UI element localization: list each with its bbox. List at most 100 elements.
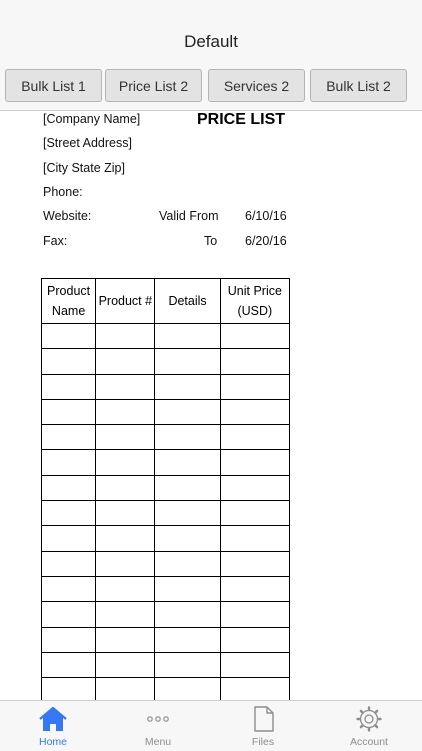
phone-label[interactable]: Phone: — [43, 185, 83, 199]
table-cell[interactable] — [95, 550, 156, 577]
table-cell[interactable] — [40, 575, 97, 603]
table-cell[interactable] — [40, 424, 97, 451]
tab-services-2[interactable]: Services 2 — [208, 69, 305, 102]
valid-from-label[interactable]: Valid From — [159, 209, 219, 223]
table-cell[interactable] — [40, 348, 97, 375]
table-cell[interactable] — [219, 550, 291, 577]
table-cell[interactable] — [154, 500, 221, 527]
navigation-bar: Default — [0, 0, 422, 65]
table-cell[interactable] — [95, 651, 156, 679]
table-cell[interactable] — [154, 601, 221, 628]
table-cell[interactable] — [219, 626, 291, 653]
table-cell[interactable] — [154, 373, 221, 400]
table-cell[interactable] — [95, 449, 156, 476]
table-cell[interactable] — [154, 525, 221, 552]
table-cell[interactable] — [40, 677, 97, 700]
tabbar-account[interactable]: Account — [334, 701, 404, 751]
table-cell[interactable] — [95, 474, 156, 502]
table-cell[interactable] — [95, 373, 156, 400]
table-cell[interactable] — [95, 575, 156, 603]
bottom-tab-bar: Home Menu Files Account — [0, 700, 422, 751]
table-cell[interactable] — [154, 474, 221, 502]
table-cell[interactable] — [95, 626, 156, 653]
table-cell[interactable] — [95, 525, 156, 552]
city-state-zip-cell[interactable]: [City State Zip] — [43, 161, 125, 175]
table-cell[interactable] — [154, 348, 221, 375]
table-cell[interactable] — [219, 322, 291, 350]
table-cell[interactable] — [154, 449, 221, 476]
tab-bulk-list-1[interactable]: Bulk List 1 — [5, 69, 102, 102]
table-cell[interactable] — [95, 322, 156, 350]
header-text: (USD) — [237, 304, 273, 318]
table-cell[interactable] — [219, 575, 291, 603]
table-cell[interactable] — [40, 601, 97, 628]
table-cell[interactable] — [40, 322, 97, 350]
to-date[interactable]: 6/20/16 — [245, 234, 287, 248]
table-cell[interactable] — [154, 626, 221, 653]
gear-icon — [356, 706, 382, 732]
tab-price-list-2[interactable]: Price List 2 — [105, 69, 202, 102]
header-text: Details — [168, 294, 207, 308]
table-cell[interactable] — [95, 348, 156, 375]
tabbar-home[interactable]: Home — [18, 701, 88, 751]
table-cell[interactable] — [40, 474, 97, 502]
sheet-tabs: Bulk List 1 Price List 2 Services 2 Bulk… — [0, 64, 422, 111]
table-cell[interactable] — [219, 474, 291, 502]
price-list-title[interactable]: PRICE LIST — [197, 111, 285, 129]
header-product-name[interactable]: Product Name — [40, 278, 97, 324]
tab-bulk-list-2[interactable]: Bulk List 2 — [310, 69, 407, 102]
table-cell[interactable] — [95, 677, 156, 700]
table-cell[interactable] — [219, 525, 291, 552]
table-cell[interactable] — [40, 449, 97, 476]
company-name-cell[interactable]: [Company Name] — [43, 112, 140, 126]
street-address-cell[interactable]: [Street Address] — [43, 136, 132, 150]
table-cell[interactable] — [154, 575, 221, 603]
table-cell[interactable] — [219, 373, 291, 400]
table-row — [40, 398, 291, 426]
table-header-row: Product Name Product # Details Unit Price… — [40, 278, 291, 324]
table-cell[interactable] — [219, 601, 291, 628]
header-details[interactable]: Details — [154, 278, 221, 324]
to-label[interactable]: To — [204, 234, 217, 248]
table-cell[interactable] — [40, 525, 97, 552]
header-text: Product # — [98, 294, 153, 308]
table-cell[interactable] — [154, 322, 221, 350]
table-cell[interactable] — [95, 601, 156, 628]
table-cell[interactable] — [40, 550, 97, 577]
table-cell[interactable] — [154, 677, 221, 700]
fax-label[interactable]: Fax: — [43, 234, 67, 248]
table-cell[interactable] — [219, 424, 291, 451]
table-cell[interactable] — [219, 449, 291, 476]
spreadsheet-view[interactable]: [Company Name] PRICE LIST [Street Addres… — [0, 111, 422, 700]
table-cell[interactable] — [40, 500, 97, 527]
table-cell[interactable] — [219, 651, 291, 679]
table-cell[interactable] — [95, 424, 156, 451]
table-cell[interactable] — [154, 550, 221, 577]
table-cell[interactable] — [219, 398, 291, 426]
table-row — [40, 322, 291, 350]
table-cell[interactable] — [40, 626, 97, 653]
table-cell[interactable] — [154, 424, 221, 451]
table-cell[interactable] — [154, 651, 221, 679]
tabbar-menu[interactable]: Menu — [123, 701, 193, 751]
header-text: Name — [51, 304, 86, 318]
table-cell[interactable] — [40, 651, 97, 679]
valid-from-date[interactable]: 6/10/16 — [245, 209, 287, 223]
table-cell[interactable] — [40, 398, 97, 426]
tabbar-label: Menu — [144, 736, 172, 748]
header-unit-price[interactable]: Unit Price (USD) — [219, 278, 291, 324]
tabbar-files[interactable]: Files — [228, 701, 298, 751]
file-icon — [254, 706, 274, 732]
table-cell[interactable] — [219, 677, 291, 700]
table-cell[interactable] — [95, 398, 156, 426]
table-cell[interactable] — [40, 373, 97, 400]
table-cell[interactable] — [95, 500, 156, 527]
header-product-number[interactable]: Product # — [95, 278, 156, 324]
table-cell[interactable] — [154, 398, 221, 426]
table-cell[interactable] — [219, 348, 291, 375]
table-row — [40, 449, 291, 476]
table-cell[interactable] — [219, 500, 291, 527]
nav-title: Default — [184, 32, 238, 51]
website-label[interactable]: Website: — [43, 209, 91, 223]
table-row — [40, 677, 291, 700]
